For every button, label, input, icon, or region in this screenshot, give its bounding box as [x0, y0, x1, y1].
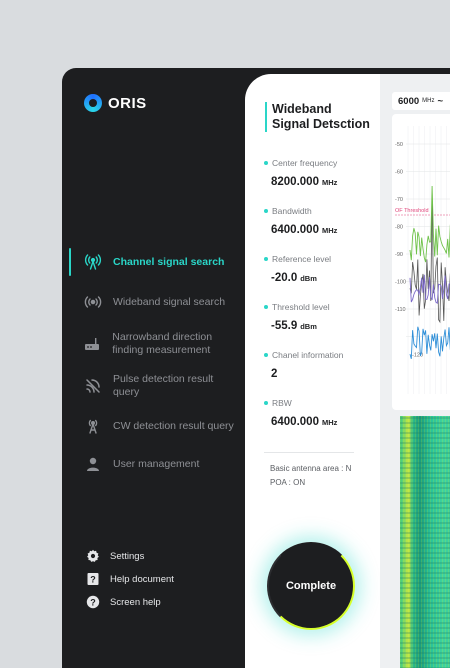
param-value: -55.9 [271, 320, 298, 332]
param-rbw: RBW 6400.000 MHz [264, 398, 337, 428]
complete-button-glow: Complete [267, 542, 355, 630]
sidebar-item-narrowband-direction-finding[interactable]: Narrowband direction finding measurement [69, 330, 239, 358]
router-icon [82, 334, 102, 354]
spectrum-chart: -50 -60 -70 -80 -90 -100 -110 -120 OF Threshold [392, 114, 450, 410]
param-value: 2 [271, 368, 278, 380]
y-tick-label: -80 [395, 225, 403, 231]
sidebar-item-label: Pulse detection result query [112, 373, 214, 398]
spectrum-svg: -50-60-70-80-90-100-110-120 OF Threshold [395, 126, 450, 394]
panel-title-line1: Wideband [272, 102, 332, 116]
frequency-tab[interactable]: 6000 MHz ~ [392, 92, 450, 110]
param-label: RBW [272, 398, 292, 408]
param-unit: MHz [321, 178, 338, 187]
frequency-value: 6000 [398, 95, 420, 107]
help-document-label: Help document [110, 573, 174, 585]
param-value: 8200.000 [271, 176, 319, 188]
signal-wave-icon [83, 376, 103, 396]
poa-info: POA : ON [270, 478, 306, 487]
param-value: 6400.000 [271, 224, 319, 236]
logo-text: ORIS [108, 94, 147, 112]
y-tick-label: -50 [395, 142, 403, 148]
param-channel-information: Chanel information 2 [264, 350, 343, 380]
logo: ORIS [84, 94, 147, 112]
antenna-icon [83, 252, 103, 272]
y-tick-label: -110 [395, 307, 406, 313]
param-label: Reference level [272, 254, 332, 264]
panel-title-line2: Signal Detsction [272, 117, 370, 131]
param-value: 6400.000 [271, 416, 319, 428]
param-unit: MHz [321, 226, 338, 235]
param-unit: MHz [321, 418, 338, 427]
antenna-info: Basic antenna area : N [270, 464, 352, 473]
gear-icon [86, 549, 100, 563]
divider [264, 452, 354, 453]
question-circle-icon: ? [86, 595, 100, 609]
sidebar-item-label: Channel signal search [113, 255, 225, 268]
param-threshold-level: Threshold level -55.9 dBm [264, 302, 330, 332]
sidebar-item-label: CW detection result query [113, 419, 234, 432]
param-label: Threshold level [272, 302, 330, 312]
threshold-label: OF Threshold [395, 208, 429, 214]
y-tick-label: -90 [395, 252, 403, 258]
complete-button[interactable]: Complete [267, 542, 355, 630]
settings-label: Settings [110, 550, 145, 562]
document-help-icon: ? [86, 572, 100, 586]
svg-text:?: ? [90, 575, 96, 585]
logo-icon [84, 94, 102, 112]
broadcast-icon [83, 292, 103, 312]
sidebar-item-pulse-detection-query[interactable]: Pulse detection result query [69, 372, 239, 400]
sidebar-item-cw-detection-query[interactable]: CW detection result query [69, 412, 239, 440]
param-reference-level: Reference level -20.0 dBm [264, 254, 331, 284]
screen-help-label: Screen help [110, 596, 161, 608]
param-label: Bandwidth [272, 206, 312, 216]
sidebar-item-label: User management [113, 457, 200, 470]
waterfall-display [400, 416, 450, 668]
svg-text:?: ? [90, 598, 96, 608]
spectrum-area: 6000 MHz ~ -50 -60 -70 -80 -90 -100 -110 -120 O… [380, 74, 450, 668]
user-icon [83, 454, 103, 474]
param-label: Chanel information [272, 350, 344, 360]
app-window: ORIS Channel signal search Wideband sign… [62, 68, 450, 668]
param-bandwidth: Bandwidth 6400.000 MHz [264, 206, 337, 236]
sidebar-item-channel-signal-search[interactable]: Channel signal search [69, 248, 239, 276]
param-label: Center frequency [272, 158, 338, 168]
param-value: -20.0 [271, 272, 298, 284]
sidebar-item-user-management[interactable]: User management [69, 450, 239, 478]
screen-help-link[interactable]: ? Screen help [86, 595, 161, 609]
frequency-suffix: ~ [437, 95, 444, 107]
settings-link[interactable]: Settings [86, 549, 144, 563]
sidebar-item-wideband-signal-search[interactable]: Wideband signal search [69, 288, 239, 316]
y-tick-label: -100 [395, 280, 406, 286]
sidebar-item-label: Wideband signal search [113, 295, 226, 308]
frequency-unit: MHz [422, 98, 435, 104]
param-unit: dBm [300, 274, 317, 283]
y-tick-label: -60 [395, 170, 403, 176]
parameter-panel: Wideband Signal Detsction Center frequen… [245, 74, 380, 668]
sidebar-item-label: Narrowband direction finding measurement [112, 331, 213, 356]
y-tick-label: -70 [395, 197, 403, 203]
tower-icon [83, 416, 103, 436]
param-center-frequency: Center frequency 8200.000 MHz [264, 158, 337, 188]
param-unit: dBm [300, 322, 317, 331]
help-document-link[interactable]: ? Help document [86, 572, 174, 586]
panel-title: Wideband Signal Detsction [265, 102, 370, 132]
